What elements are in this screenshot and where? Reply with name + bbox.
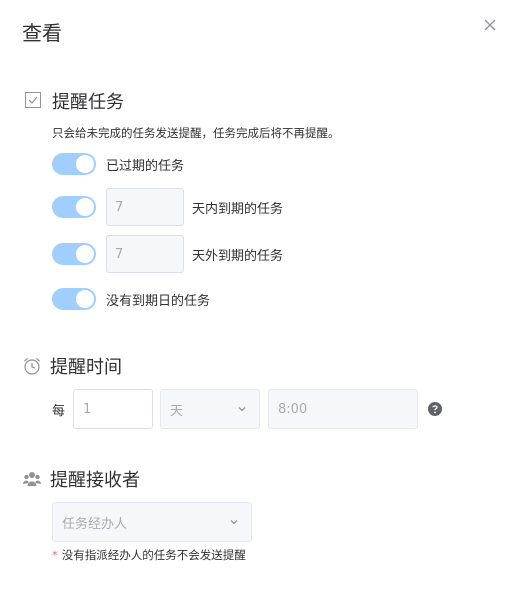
- every-label: 每: [52, 403, 66, 419]
- option-label: 没有到期日的任务: [106, 293, 211, 309]
- task-section-header: 提醒任务: [24, 88, 124, 114]
- question-circle-icon[interactable]: [428, 402, 443, 416]
- chevron-down-icon: [229, 517, 239, 527]
- option-label: 天外到期的任务: [192, 248, 284, 264]
- task-section-title: 提醒任务: [52, 92, 124, 113]
- receiver-select-value: 任务经办人: [62, 516, 128, 532]
- receiver-note-text: 没有指派经办人的任务不会发送提醒: [61, 548, 246, 562]
- receiver-section-title: 提醒接收者: [50, 470, 140, 491]
- option-no-due-date: 没有到期日的任务: [52, 288, 210, 310]
- required-star: *: [52, 548, 58, 562]
- option-label: 天内到期的任务: [192, 201, 284, 217]
- no-due-date-switch[interactable]: [52, 288, 96, 310]
- group-users-icon: [22, 469, 42, 489]
- task-hint: 只会给未完成的任务发送提醒，任务完成后将不再提醒。: [52, 126, 340, 140]
- unit-select[interactable]: 天: [160, 389, 261, 429]
- receiver-select[interactable]: 任务经办人: [52, 502, 252, 542]
- time-row: 每 1 天 8:00: [52, 389, 443, 429]
- receiver-note: * 没有指派经办人的任务不会发送提醒: [52, 547, 246, 563]
- due-within-days-input[interactable]: 7: [106, 188, 184, 226]
- due-beyond-days-input[interactable]: 7: [106, 235, 184, 273]
- checkbox-icon: [24, 91, 44, 111]
- time-picker[interactable]: 8:00: [268, 389, 419, 429]
- receiver-section-header: 提醒接收者: [22, 466, 140, 492]
- option-due-within: 7 天内到期的任务: [52, 188, 283, 226]
- option-overdue: 已过期的任务: [52, 153, 184, 175]
- option-due-beyond: 7 天外到期的任务: [52, 235, 283, 273]
- alarm-clock-icon: [22, 356, 42, 376]
- interval-input[interactable]: 1: [73, 389, 154, 429]
- dialog-title: 查看: [22, 21, 62, 45]
- close-icon[interactable]: [481, 16, 499, 34]
- due-beyond-switch[interactable]: [52, 243, 96, 265]
- due-within-switch[interactable]: [52, 196, 96, 218]
- time-section-header: 提醒时间: [22, 353, 122, 379]
- chevron-down-icon: [237, 404, 247, 414]
- unit-select-value: 天: [170, 403, 184, 419]
- option-label: 已过期的任务: [106, 158, 185, 174]
- time-section-title: 提醒时间: [50, 357, 122, 378]
- overdue-switch[interactable]: [52, 153, 96, 175]
